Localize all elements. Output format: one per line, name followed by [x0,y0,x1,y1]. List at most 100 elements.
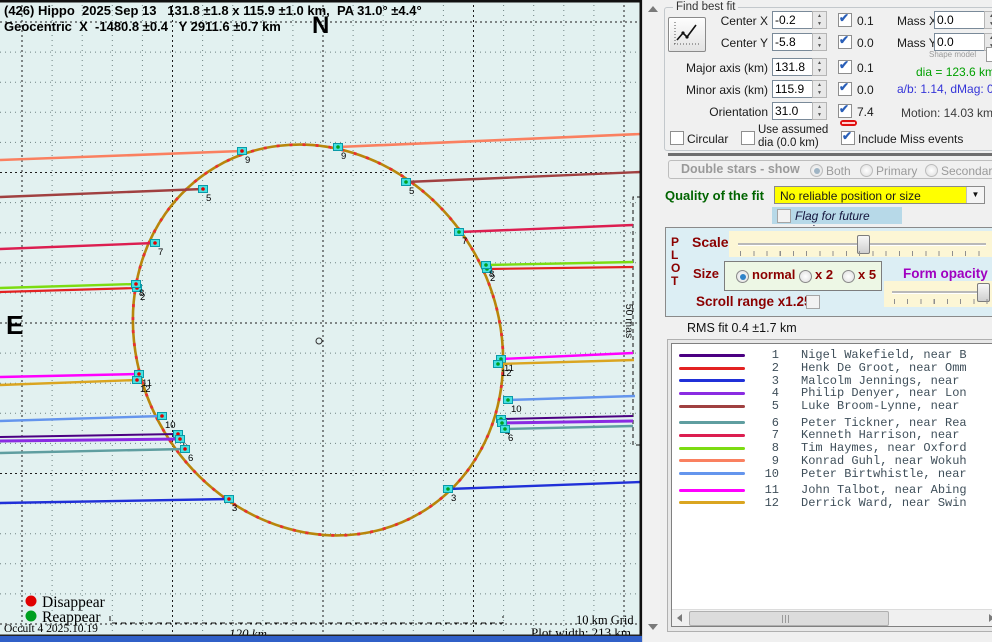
chord-10-pre[interactable] [0,416,162,421]
chord-10-post[interactable] [508,396,635,400]
observer-number: 12 [745,496,779,510]
double-primary-radio[interactable] [860,164,873,177]
list-item[interactable]: 2Henk De Groot, near Omm [672,362,992,375]
use-assumed-line2: dia (0.0 km) [758,137,819,149]
size-x5-radio[interactable] [842,270,855,283]
double-both-radio[interactable] [810,164,823,177]
chord-2-pre[interactable] [0,288,137,292]
event-dot [178,437,182,441]
chord-3-pre[interactable] [0,499,229,503]
flag-review-checkbox[interactable] [777,209,791,223]
event-dot [404,180,408,184]
size-x2-radio[interactable] [799,270,812,283]
mass-x-spinner[interactable]: ▲▼ [984,11,992,29]
event-dot [137,372,141,376]
center-x-spinner[interactable]: ▲▼ [812,11,827,29]
occult4-fit-window: { "plot": { "title1": "(426) Hippo 2025 … [0,0,992,642]
chord-number-label: 10 [165,420,176,431]
scroll-left-icon[interactable] [677,614,682,622]
chord-1-pre[interactable] [0,434,178,437]
center-y-fit-checkbox[interactable] [838,35,852,49]
scroll-down-icon[interactable] [648,624,658,630]
circular-checkbox[interactable] [670,131,684,145]
chord-12-pre[interactable] [0,380,137,385]
chord-6-pre[interactable] [0,449,185,453]
chord-8-post[interactable] [486,262,633,265]
use-assumed-dia-checkbox[interactable] [741,131,755,145]
list-item[interactable]: 12Derrick Ward, near Swin [672,497,992,510]
ellipse-center-marker [316,338,322,344]
list-item[interactable]: 4Philip Denyer, near Lon [672,387,992,400]
major-axis-label: Major axis (km) [660,61,768,75]
chord-1-post[interactable] [501,416,633,419]
mass-y-input[interactable] [934,33,986,51]
quality-of-fit-value: No reliable position or size [780,189,921,203]
center-x-label: Center X [660,14,768,28]
plot-title-line1: (426) Hippo 2025 Sep 13 131.8 ±1.8 x 115… [4,3,422,18]
chord-3-post[interactable] [448,482,641,489]
observer-name: Peter Birtwhistle, near [801,467,967,481]
shape-model-field[interactable] [986,47,992,62]
scale-slider[interactable] [729,231,992,257]
major-axis-input[interactable] [772,58,814,76]
chord-4-pre[interactable] [0,439,180,441]
size-normal-radio[interactable] [736,270,749,283]
quality-of-fit-label: Quality of the fit [665,188,764,203]
chord-11-post[interactable] [501,353,633,359]
center-x-input[interactable] [772,11,814,29]
list-item[interactable]: 1Nigel Wakefield, near B [672,349,992,362]
chord-2-post[interactable] [487,267,633,269]
list-item[interactable]: 5Luke Broom-Lynne, near [672,400,992,413]
list-item[interactable]: 8Tim Haymes, near Oxford [672,442,992,455]
chord-color-swatch [679,405,745,408]
minor-axis-fit-checkbox[interactable] [838,82,852,96]
orientation-fit-checkbox[interactable] [838,104,852,118]
chord-number-label: 8 [139,288,144,299]
center-y-input[interactable] [772,33,814,51]
mass-x-input[interactable] [934,11,986,29]
center-y-spinner[interactable]: ▲▼ [812,33,827,51]
scroll-up-icon[interactable] [648,6,658,12]
list-item[interactable]: 3Malcolm Jennings, near [672,374,992,387]
list-horizontal-scrollbar[interactable] [672,609,992,626]
observer-name: Luke Broom-Lynne, near [801,399,967,413]
observer-list[interactable]: 1Nigel Wakefield, near B2Henk De Groot, … [671,343,992,627]
dropdown-arrow-icon[interactable]: ▼ [966,187,984,203]
minor-axis-spinner[interactable]: ▲▼ [812,80,827,98]
chord-8-pre[interactable] [0,284,136,288]
axis-ratio-readout: a/b: 1.14, dMag: 0.1 [897,82,992,96]
include-miss-events-checkbox[interactable] [841,131,855,145]
center-x-fit-checkbox[interactable] [838,13,852,27]
chord-5-post[interactable] [406,172,641,182]
orientation-lock-icon[interactable] [840,120,857,126]
chord-12-post[interactable] [498,360,634,364]
plot-vertical-scrollbar[interactable] [642,0,661,642]
major-axis-fit-checkbox[interactable] [838,60,852,74]
chord-7-pre[interactable] [0,243,155,249]
chord-6-post[interactable] [505,426,633,429]
list-item[interactable]: 10Peter Birtwhistle, near [672,467,992,480]
list-scrollbar-thumb[interactable] [689,611,889,626]
list-item[interactable]: 7Kenneth Harrison, near [672,429,992,442]
major-axis-spinner[interactable]: ▲▼ [812,58,827,76]
event-dot [503,427,507,431]
chord-4-post[interactable] [502,421,633,423]
chord-7-post[interactable] [459,225,633,232]
chord-number-label: 3 [451,493,456,504]
list-item[interactable]: 11John Talbot, near Abing [672,484,992,497]
list-item[interactable]: 6Peter Tickner, near Rea [672,416,992,429]
orientation-input[interactable] [772,102,814,120]
chord-11-pre[interactable] [0,374,139,377]
minor-axis-input[interactable] [772,80,814,98]
double-secondary-radio[interactable] [925,164,938,177]
chord-plot-canvas[interactable]: 112233445566778899101011111212 Disappear… [0,0,642,642]
chord-9-pre[interactable] [0,151,242,160]
window-edge [0,636,642,642]
list-item[interactable]: 9Konrad Guhl, near Wokuh [672,455,992,468]
form-opacity-label: Form opacity [903,266,988,281]
form-opacity-slider[interactable] [884,281,992,307]
scroll-range-checkbox[interactable] [806,295,820,309]
grid-lines [0,0,642,642]
orientation-spinner[interactable]: ▲▼ [812,102,827,120]
quality-of-fit-select[interactable]: No reliable position or size ▼ [774,186,985,204]
